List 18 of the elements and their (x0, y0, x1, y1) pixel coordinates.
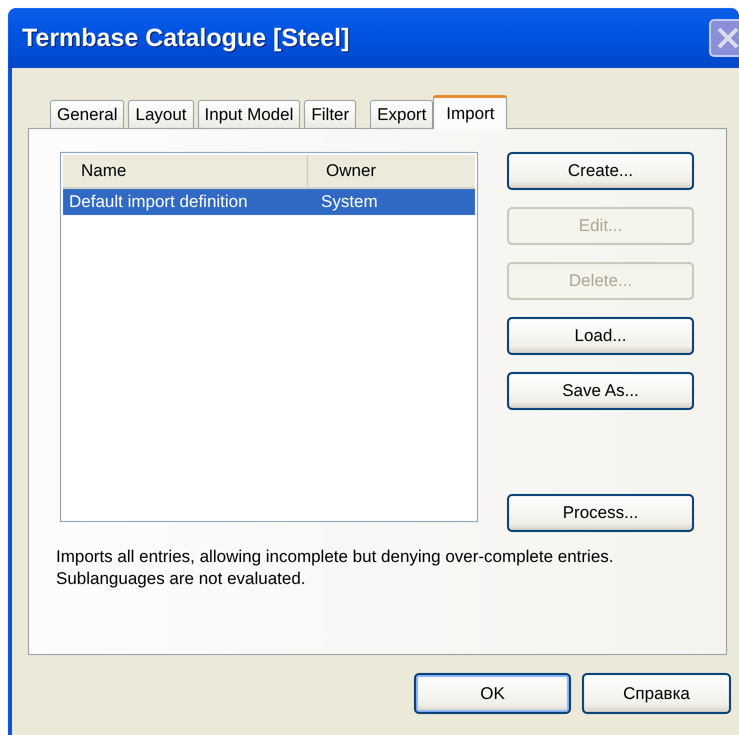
tab[interactable]: Filter (304, 100, 356, 128)
action-button[interactable]: Process... (507, 494, 694, 532)
tab[interactable]: Input Model (198, 100, 300, 128)
action-button[interactable]: Load... (507, 317, 694, 355)
dialog-button[interactable]: OK (414, 673, 571, 714)
close-icon[interactable] (709, 19, 739, 57)
window-title: Termbase Catalogue [Steel] (22, 24, 350, 52)
list-row[interactable]: Default import definition System (63, 189, 475, 215)
action-button[interactable]: Create... (507, 152, 694, 190)
action-button[interactable]: Save As... (507, 372, 694, 410)
tab[interactable]: Import (433, 95, 508, 129)
description-text: Imports all entries, allowing incomplete but denying over-complete entries. Sublanguages are not evaluated. (56, 546, 614, 590)
tab[interactable]: General (50, 100, 124, 128)
column-header[interactable]: Owner (308, 155, 376, 187)
dialog-button[interactable]: Справка (582, 673, 731, 714)
tab[interactable]: Layout (128, 100, 194, 128)
column-header[interactable]: Name (63, 155, 308, 187)
tab[interactable]: Export (370, 100, 434, 128)
